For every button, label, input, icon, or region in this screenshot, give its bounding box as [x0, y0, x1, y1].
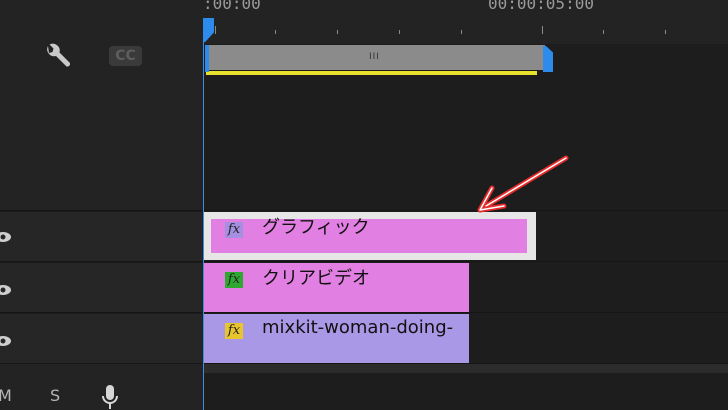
timecode-start: :00:00: [203, 0, 261, 13]
render-status-bar: [206, 71, 537, 75]
eye-icon[interactable]: [0, 284, 12, 296]
empty-track-header-area: [0, 80, 202, 210]
ruler-tick: [337, 30, 338, 34]
track-header-v2[interactable]: [0, 262, 202, 312]
ruler-tick: [603, 30, 604, 34]
eye-icon[interactable]: [0, 335, 12, 347]
ruler-tick: [399, 30, 400, 34]
mute-button[interactable]: M: [0, 386, 12, 405]
track-header-v3[interactable]: [0, 211, 202, 261]
work-area-in-handle[interactable]: [205, 45, 209, 72]
captions-icon[interactable]: CC: [109, 46, 142, 66]
timeline-scrollbar[interactable]: [203, 364, 728, 373]
time-ruler[interactable]: :00:00 00:00:05:00: [203, 0, 728, 44]
clip-name: クリアビデオ: [262, 268, 370, 289]
wrench-icon[interactable]: [42, 42, 72, 72]
fx-badge[interactable]: fx: [225, 272, 243, 288]
track-divider: [0, 261, 728, 262]
fx-badge[interactable]: fx: [225, 222, 243, 238]
work-area-grip[interactable]: III: [369, 52, 380, 62]
annotation-arrow-icon: [477, 155, 569, 213]
clip-name: mixkit-woman-doing-: [262, 317, 454, 338]
fx-badge[interactable]: fx: [225, 323, 243, 339]
timecode-5s: 00:00:05:00: [488, 0, 594, 13]
track-divider: [0, 210, 728, 211]
track-divider: [0, 312, 728, 313]
playhead-line[interactable]: [203, 40, 204, 410]
ruler-tick: [542, 26, 543, 34]
ruler-tick: [275, 30, 276, 34]
ruler-tick: [215, 26, 216, 34]
ruler-tick: [461, 30, 462, 34]
mic-icon[interactable]: [100, 384, 120, 410]
eye-icon[interactable]: [0, 231, 12, 243]
clip-name: グラフィック: [262, 217, 370, 238]
solo-button[interactable]: S: [50, 386, 60, 405]
ruler-tick: [665, 30, 666, 34]
track-header-v1[interactable]: [0, 313, 202, 363]
